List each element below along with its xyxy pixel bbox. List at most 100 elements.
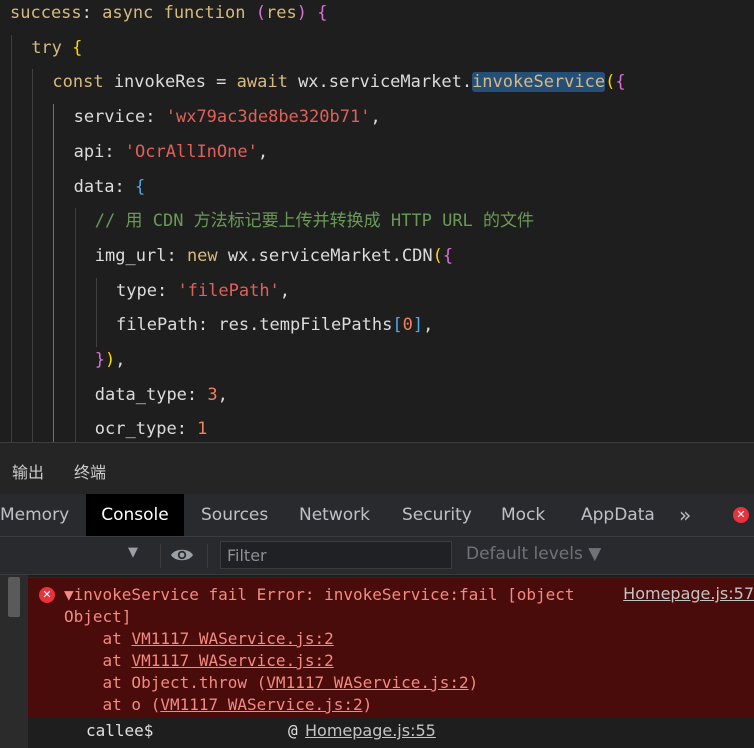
code-line[interactable]: data_type: 3, (95, 378, 228, 412)
scrollbar[interactable] (0, 575, 28, 748)
code-token: ( (432, 245, 443, 266)
code-line[interactable]: data: { (74, 170, 146, 204)
stack-frame: at VM1117 WAService.js:2 (64, 628, 334, 650)
eye-icon[interactable] (170, 543, 194, 567)
stack-frame-text: at o ( (64, 695, 161, 714)
code-token: { (442, 245, 454, 266)
tab-console[interactable]: Console (86, 494, 184, 536)
indent-guide (95, 277, 97, 347)
code-token: ] (412, 315, 424, 336)
default-levels-dropdown[interactable]: Default levels ▼ (466, 544, 601, 564)
code-editor[interactable]: success: async function (res) {try {cons… (0, 0, 754, 442)
code-token: , (370, 107, 381, 128)
code-token: invokeRes = (103, 72, 237, 93)
code-token: wx.serviceMarket. (287, 72, 473, 93)
code-token: { (72, 37, 83, 58)
tab-appdata[interactable]: AppData (581, 494, 655, 536)
console-output: ✕ ▼invokeService fail Error: invokeServi… (0, 575, 754, 748)
code-token: function (163, 3, 246, 23)
stack-frame-link[interactable]: VM1117 WAService.js:2 (131, 651, 333, 670)
code-token: 'filePath' (177, 280, 280, 301)
code-line[interactable]: ocr_type: 1 (95, 412, 208, 442)
context-dropdown-icon[interactable]: ▼ (128, 545, 138, 560)
code-token: [ (392, 315, 403, 336)
code-line[interactable]: type: 'filePath', (116, 274, 290, 308)
code-line[interactable]: api: 'OcrAllInOne', (74, 135, 269, 169)
console-error-message: ✕ ▼invokeService fail Error: invokeServi… (28, 577, 754, 718)
divider (207, 544, 208, 568)
code-token: res (265, 3, 297, 23)
code-token: , (115, 350, 126, 370)
console-filter-bar: ▼ Default levels ▼ (0, 537, 754, 575)
code-token: 3 (207, 384, 218, 405)
code-token: ( (255, 3, 266, 23)
tab-terminal[interactable]: 终端 (74, 459, 106, 483)
tab-memory[interactable]: Memory (0, 494, 69, 536)
code-token: img_url (94, 245, 167, 266)
code-token: async (102, 3, 154, 23)
filter-input[interactable] (220, 541, 452, 569)
error-source-link[interactable]: Homepage.js:57 (623, 584, 754, 603)
tab-output[interactable]: 输出 (12, 459, 44, 483)
indent-guide (74, 208, 76, 442)
callee-source-link[interactable]: Homepage.js:55 (305, 721, 436, 740)
code-token: : (81, 3, 103, 23)
code-token: } (94, 350, 106, 370)
code-token: 0 (402, 315, 413, 336)
code-line[interactable]: const invokeRes = await wx.serviceMarket… (52, 65, 626, 99)
more-tabs-icon[interactable]: » (679, 494, 691, 536)
tab-mock[interactable]: Mock (501, 494, 545, 536)
code-token: : res.tempFilePaths (197, 315, 393, 336)
code-line[interactable]: filePath: res.tempFilePaths[0], (116, 308, 433, 342)
code-line[interactable]: // 用 CDN 方法标记要上传并转换成 HTTP URL 的文件 (95, 204, 534, 238)
code-token: type (116, 280, 157, 301)
code-token: : (114, 176, 136, 197)
code-line[interactable]: img_url: new wx.serviceMarket.CDN({ (95, 239, 453, 273)
code-token: ) (105, 350, 116, 370)
code-token: const (52, 72, 104, 93)
tab-network[interactable]: Network (299, 494, 370, 536)
scrollbar-thumb[interactable] (8, 577, 20, 617)
code-token: : (186, 384, 208, 405)
stack-frame-link[interactable]: VM1117 WAService.js:2 (131, 629, 333, 648)
stack-frame-link[interactable]: VM1117 WAService.js:2 (160, 695, 362, 714)
code-token: data_type (94, 384, 187, 405)
stack-frame-suffix: ) (468, 673, 479, 692)
tab-sources[interactable]: Sources (201, 494, 268, 536)
code-token: data (73, 176, 115, 197)
code-token: 1 (197, 419, 208, 440)
code-token: api (73, 141, 105, 162)
stack-frame-text: at (64, 629, 132, 648)
error-message-line: Object] (64, 607, 132, 626)
stack-frame: at Object.throw (VM1117 WAService.js:2) (64, 672, 479, 694)
code-token: 'OcrAllInOne' (124, 141, 258, 162)
divider (160, 544, 161, 568)
devtools-tab-bar: Memory Console Sources Network Security … (0, 494, 754, 537)
code-token: { (317, 3, 328, 23)
tab-security[interactable]: Security (402, 494, 472, 536)
stack-frame-link[interactable]: VM1117 WAService.js:2 (266, 673, 468, 692)
code-token: : (176, 419, 198, 440)
code-line[interactable]: service: 'wx79ac3de8be320b71', (74, 100, 381, 134)
code-token: : (166, 245, 187, 266)
code-token: ( (605, 72, 616, 93)
code-token: { (615, 72, 626, 93)
error-count-icon[interactable]: ✕ (733, 507, 749, 523)
code-line[interactable]: }), (95, 343, 126, 377)
stack-frame-text: at (64, 651, 132, 670)
code-token: try (31, 37, 62, 58)
panel-tab-bar: 输出 终端 (0, 442, 754, 495)
code-token: , (217, 384, 228, 405)
indent-guide (11, 34, 12, 442)
code-token: await (236, 72, 288, 93)
stack-frame-suffix: ) (362, 695, 373, 714)
code-token: , (279, 280, 291, 301)
code-line[interactable]: success: async function (res) { (10, 0, 327, 30)
code-line[interactable]: try { (31, 31, 82, 65)
error-message-line[interactable]: ▼invokeService fail Error: invokeService… (64, 584, 575, 606)
code-token: wx.serviceMarket.CDN (217, 245, 433, 266)
stack-frame-text: at Object.throw ( (64, 673, 267, 692)
